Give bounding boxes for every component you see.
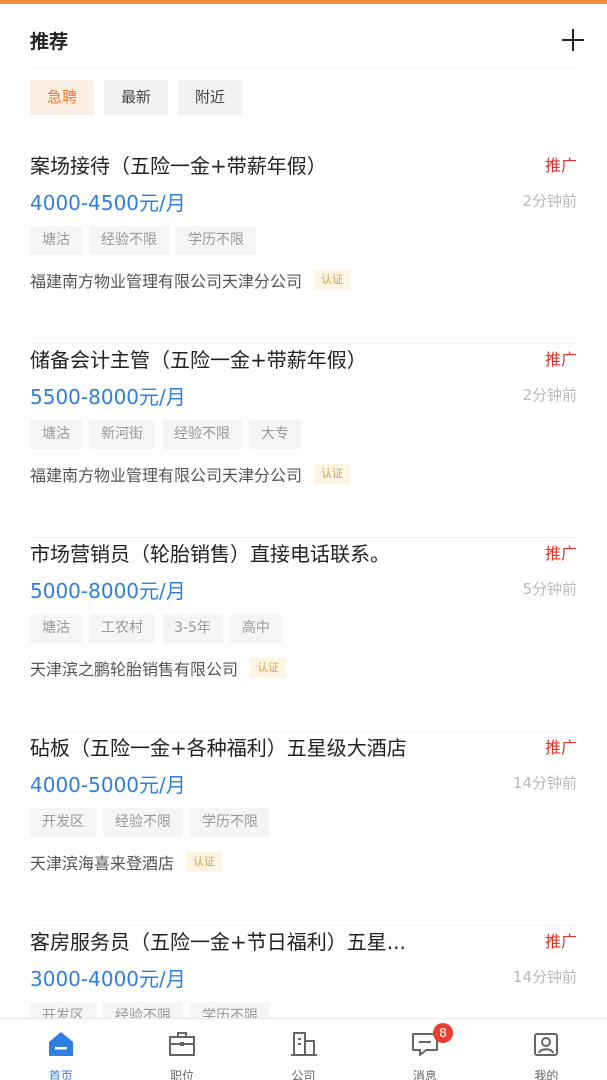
job-time: 14分钟前	[512, 968, 577, 986]
nav-label: 职位	[170, 1069, 195, 1080]
nav-home[interactable]: 首页	[0, 1019, 121, 1080]
job-card[interactable]: 案场接待（五险一金+带薪年假） 推广 4000-4500元/月 2分钟前 塘沽 …	[30, 150, 577, 344]
job-time: 14分钟前	[512, 774, 577, 792]
job-salary: 5500-8000元/月	[30, 385, 186, 409]
job-tags: 开发区 经验不限 学历不限	[30, 1002, 270, 1018]
job-tag: 学历不限	[190, 1002, 270, 1018]
job-tags: 塘沽 工农村 3-5年 高中	[30, 614, 282, 643]
job-salary: 3000-4000元/月	[30, 967, 186, 991]
nav-jobs[interactable]: 职位	[121, 1019, 242, 1080]
job-title: 储备会计主管（五险一金+带薪年假）	[30, 348, 367, 372]
filter-nearby[interactable]: 附近	[178, 80, 243, 115]
nav-messages[interactable]: 8 消息	[364, 1019, 485, 1080]
job-tag: 高中	[229, 614, 282, 643]
header: 推荐	[30, 22, 585, 58]
message-count-badge: 8	[432, 1023, 453, 1043]
company-row: 福建南方物业管理有限公司天津分公司 认证	[30, 462, 351, 486]
nav-company[interactable]: 公司	[243, 1019, 364, 1080]
job-salary: 4000-5000元/月	[30, 773, 186, 797]
job-card[interactable]: 市场营销员（轮胎销售）直接电话联系。 推广 5000-8000元/月 5分钟前 …	[30, 538, 577, 732]
job-tags: 塘沽 经验不限 学历不限	[30, 226, 256, 255]
job-time: 5分钟前	[522, 580, 577, 598]
job-tag: 开发区	[30, 1002, 96, 1018]
filter-urgent[interactable]: 急聘	[30, 80, 95, 115]
nav-label: 我的	[534, 1069, 559, 1080]
nav-label: 消息	[412, 1069, 437, 1080]
plus-icon[interactable]	[561, 28, 585, 52]
company-row: 天津滨海喜来登酒店 认证	[30, 850, 223, 874]
header-divider	[30, 67, 577, 68]
job-tags: 塘沽 新河街 经验不限 大专	[30, 420, 301, 449]
job-card[interactable]: 储备会计主管（五险一金+带薪年假） 推广 5500-8000元/月 2分钟前 塘…	[30, 344, 577, 538]
page-title: 推荐	[30, 30, 69, 53]
job-time: 2分钟前	[522, 192, 577, 210]
job-title: 市场营销员（轮胎销售）直接电话联系。	[30, 542, 390, 566]
company-name: 福建南方物业管理有限公司天津分公司	[30, 272, 303, 291]
bottom-nav: 首页 职位 公司 8 消息 我的	[0, 1018, 607, 1080]
job-title: 案场接待（五险一金+带薪年假）	[30, 154, 327, 178]
job-tag: 3-5年	[162, 614, 223, 643]
job-tag: 塘沽	[30, 614, 82, 643]
verified-badge: 认证	[314, 270, 351, 290]
verified-badge: 认证	[314, 464, 351, 484]
nav-label: 公司	[291, 1069, 316, 1080]
verified-badge: 认证	[250, 658, 287, 678]
job-title: 砧板（五险一金+各种福利）五星级大酒店	[30, 736, 407, 760]
profile-icon	[534, 1033, 559, 1056]
job-tag: 大专	[249, 420, 301, 449]
company-row: 福建南方物业管理有限公司天津分公司 认证	[30, 268, 351, 292]
job-tag: 学历不限	[190, 808, 270, 837]
job-tag: 塘沽	[30, 420, 82, 449]
home-icon	[48, 1032, 73, 1056]
job-tag: 经验不限	[89, 226, 169, 255]
job-tag: 经验不限	[103, 808, 183, 837]
job-title: 客房服务员（五险一金+节日福利）五星...	[30, 930, 406, 954]
job-tag: 工农村	[89, 614, 155, 643]
job-card[interactable]: 砧板（五险一金+各种福利）五星级大酒店 推广 4000-5000元/月 14分钟…	[30, 732, 577, 926]
promo-label: 推广	[544, 544, 577, 563]
briefcase-icon	[169, 1032, 196, 1056]
job-tag: 学历不限	[176, 226, 256, 255]
company-name: 福建南方物业管理有限公司天津分公司	[30, 466, 303, 485]
building-icon	[290, 1032, 317, 1056]
company-name: 天津滨海喜来登酒店	[30, 854, 175, 873]
nav-profile[interactable]: 我的	[486, 1019, 607, 1080]
job-tag: 开发区	[30, 808, 96, 837]
job-tag: 经验不限	[103, 1002, 183, 1018]
promo-label: 推广	[544, 156, 577, 175]
verified-badge: 认证	[186, 852, 223, 872]
job-time: 2分钟前	[522, 386, 577, 404]
job-card[interactable]: 客房服务员（五险一金+节日福利）五星... 推广 3000-4000元/月 14…	[30, 926, 577, 1018]
company-name: 天津滨之鹏轮胎销售有限公司	[30, 660, 239, 679]
job-tag: 新河街	[89, 420, 155, 449]
promo-label: 推广	[544, 738, 577, 757]
company-row: 天津滨之鹏轮胎销售有限公司 认证	[30, 656, 287, 680]
nav-label: 首页	[48, 1069, 73, 1080]
job-tags: 开发区 经验不限 学历不限	[30, 808, 270, 837]
job-salary: 4000-4500元/月	[30, 191, 186, 215]
job-tag: 塘沽	[30, 226, 82, 255]
promo-label: 推广	[544, 350, 577, 369]
top-accent-bar	[0, 0, 607, 4]
filter-latest[interactable]: 最新	[104, 80, 169, 115]
job-tag: 经验不限	[162, 420, 242, 449]
filter-bar: 急聘 最新 附近	[30, 80, 243, 115]
job-salary: 5000-8000元/月	[30, 579, 186, 603]
promo-label: 推广	[544, 932, 577, 951]
